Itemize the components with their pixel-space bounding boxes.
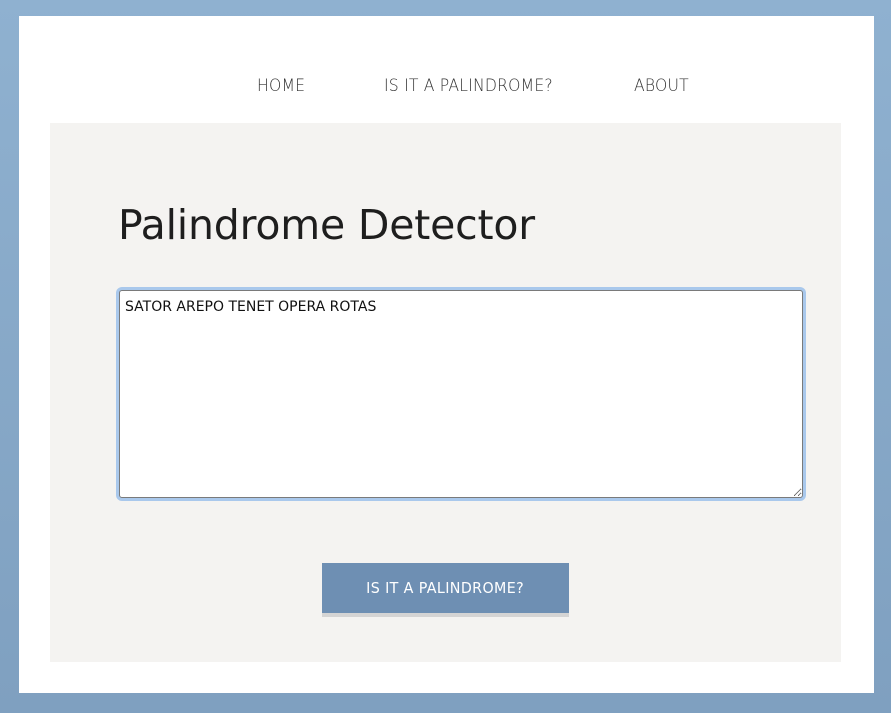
main-panel: Palindrome Detector SATOR AREPO TENET OP… xyxy=(50,123,841,662)
nav-item-home[interactable]: HOME xyxy=(257,76,305,96)
palindrome-input[interactable]: SATOR AREPO TENET OPERA ROTAS xyxy=(119,290,803,498)
top-nav: HOME IS IT A PALINDROME? ABOUT xyxy=(19,76,874,106)
page-title: Palindrome Detector xyxy=(118,201,535,249)
nav-item-about[interactable]: ABOUT xyxy=(634,76,689,96)
check-palindrome-button[interactable]: IS IT A PALINDROME? xyxy=(322,563,569,617)
page-frame: HOME IS IT A PALINDROME? ABOUT Palindrom… xyxy=(19,16,874,693)
nav-item-is-it-a-palindrome[interactable]: IS IT A PALINDROME? xyxy=(384,76,553,96)
check-palindrome-button-label: IS IT A PALINDROME? xyxy=(366,579,525,597)
